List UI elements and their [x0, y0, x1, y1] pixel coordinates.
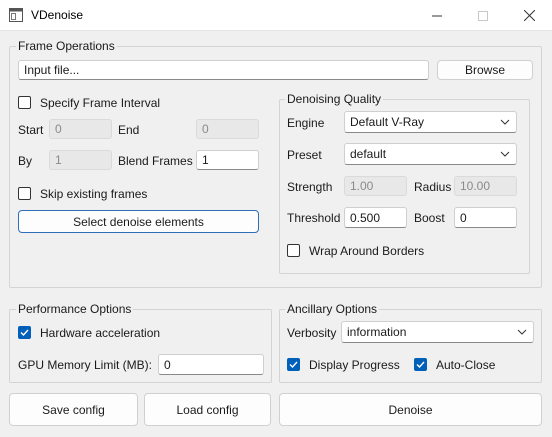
performance-options-title: Performance Options — [16, 302, 134, 316]
ancillary-options-title: Ancillary Options — [285, 302, 380, 316]
blend-frames-label: Blend Frames — [118, 154, 193, 168]
save-config-button[interactable]: Save config — [9, 393, 138, 426]
checkmark-icon — [416, 361, 425, 369]
skip-existing-label: Skip existing frames — [40, 187, 148, 201]
preset-value: default — [350, 147, 387, 161]
denoising-quality-title: Denoising Quality — [285, 92, 384, 106]
start-label: Start — [18, 123, 44, 137]
threshold-field[interactable]: 0.500 — [344, 207, 407, 228]
select-denoise-elements-button[interactable]: Select denoise elements — [18, 210, 259, 233]
preset-select[interactable]: default — [344, 143, 517, 165]
engine-select[interactable]: Default V-Ray — [344, 111, 517, 133]
by-field[interactable]: 1 — [49, 150, 112, 170]
gpu-memory-field[interactable]: 0 — [158, 354, 264, 375]
minimize-icon — [432, 15, 442, 16]
gpu-memory-label: GPU Memory Limit (MB): — [18, 358, 153, 372]
close-icon — [523, 10, 535, 21]
threshold-label: Threshold — [287, 211, 341, 225]
chevron-down-icon — [500, 119, 510, 125]
load-config-button[interactable]: Load config — [144, 393, 271, 426]
end-label: End — [118, 123, 140, 137]
window-title: VDenoise — [31, 8, 84, 22]
auto-close-label: Auto-Close — [436, 358, 496, 372]
auto-close-checkbox[interactable] — [414, 358, 427, 371]
title-bar[interactable]: VDenoise — [0, 0, 552, 31]
minimize-button[interactable] — [414, 0, 460, 31]
verbosity-value: information — [347, 325, 407, 339]
input-file-field[interactable]: Input file... — [18, 60, 429, 80]
verbosity-label: Verbosity — [287, 326, 337, 340]
strength-label: Strength — [287, 180, 333, 194]
radius-field[interactable]: 10.00 — [454, 176, 517, 196]
app-icon — [9, 8, 23, 22]
maximize-icon — [478, 10, 488, 21]
display-progress-label: Display Progress — [309, 358, 400, 372]
blend-frames-field[interactable]: 1 — [196, 150, 259, 170]
verbosity-select[interactable]: information — [341, 321, 534, 343]
wrap-borders-checkbox[interactable] — [287, 244, 300, 257]
close-button[interactable] — [506, 0, 552, 31]
chevron-down-icon — [500, 151, 510, 157]
start-field[interactable]: 0 — [49, 119, 112, 139]
frame-operations-title: Frame Operations — [16, 39, 117, 53]
checkmark-icon — [20, 329, 29, 337]
engine-value: Default V-Ray — [350, 115, 425, 129]
preset-label: Preset — [287, 148, 322, 162]
denoise-button[interactable]: Denoise — [279, 393, 542, 426]
by-label: By — [18, 154, 33, 168]
display-progress-checkbox[interactable] — [287, 358, 300, 371]
boost-label: Boost — [414, 211, 445, 225]
boost-field[interactable]: 0 — [454, 207, 517, 228]
hardware-acceleration-checkbox[interactable] — [18, 326, 31, 339]
specify-interval-checkbox[interactable] — [18, 96, 31, 109]
wrap-borders-label: Wrap Around Borders — [309, 244, 425, 258]
skip-existing-checkbox[interactable] — [18, 187, 31, 200]
specify-interval-label: Specify Frame Interval — [40, 96, 161, 110]
hardware-acceleration-label: Hardware acceleration — [40, 326, 161, 340]
maximize-button[interactable] — [460, 0, 506, 31]
strength-field[interactable]: 1.00 — [344, 176, 407, 196]
end-field[interactable]: 0 — [196, 119, 259, 139]
browse-button[interactable]: Browse — [437, 60, 533, 80]
checkmark-icon — [289, 361, 298, 369]
chevron-down-icon — [517, 329, 527, 335]
radius-label: Radius — [414, 180, 452, 194]
engine-label: Engine — [287, 116, 325, 130]
